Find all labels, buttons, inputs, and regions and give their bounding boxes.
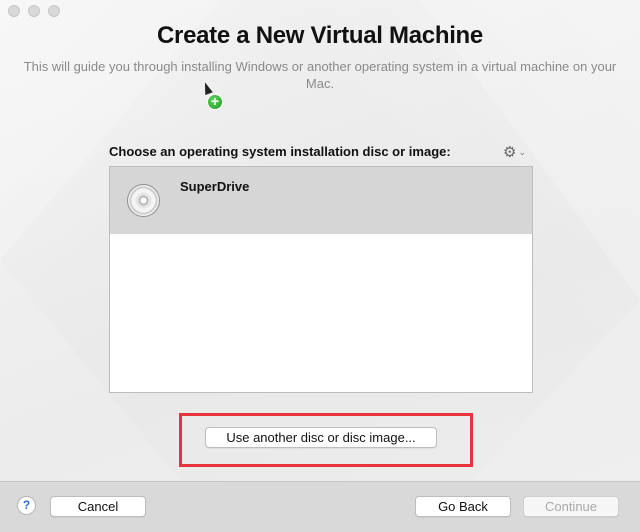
page-subtitle: This will guide you through installing W…: [23, 59, 617, 91]
cancel-button[interactable]: Cancel: [50, 496, 146, 517]
plus-icon: +: [207, 94, 223, 110]
disc-icon: [127, 184, 160, 217]
gear-menu-button[interactable]: ⚙ ⌄: [503, 143, 526, 161]
go-back-button[interactable]: Go Back: [415, 496, 511, 517]
list-item-superdrive[interactable]: SuperDrive: [110, 167, 532, 234]
minimize-window-button[interactable]: [28, 5, 40, 17]
close-window-button[interactable]: [8, 5, 20, 17]
list-item-label: SuperDrive: [180, 179, 250, 194]
chevron-down-icon: ⌄: [518, 146, 526, 157]
installation-source-list[interactable]: SuperDrive: [109, 166, 533, 393]
use-another-disc-button[interactable]: Use another disc or disc image...: [205, 427, 437, 448]
list-label: Choose an operating system installation …: [109, 144, 451, 159]
page-title: Create a New Virtual Machine: [157, 22, 483, 49]
continue-button[interactable]: Continue: [523, 496, 619, 517]
window-controls: [8, 5, 60, 17]
help-button[interactable]: ?: [17, 496, 36, 515]
gear-icon: ⚙: [503, 144, 517, 161]
vm-wizard-window: Create a New Virtual Machine This will g…: [0, 0, 640, 532]
zoom-window-button[interactable]: [48, 5, 60, 17]
